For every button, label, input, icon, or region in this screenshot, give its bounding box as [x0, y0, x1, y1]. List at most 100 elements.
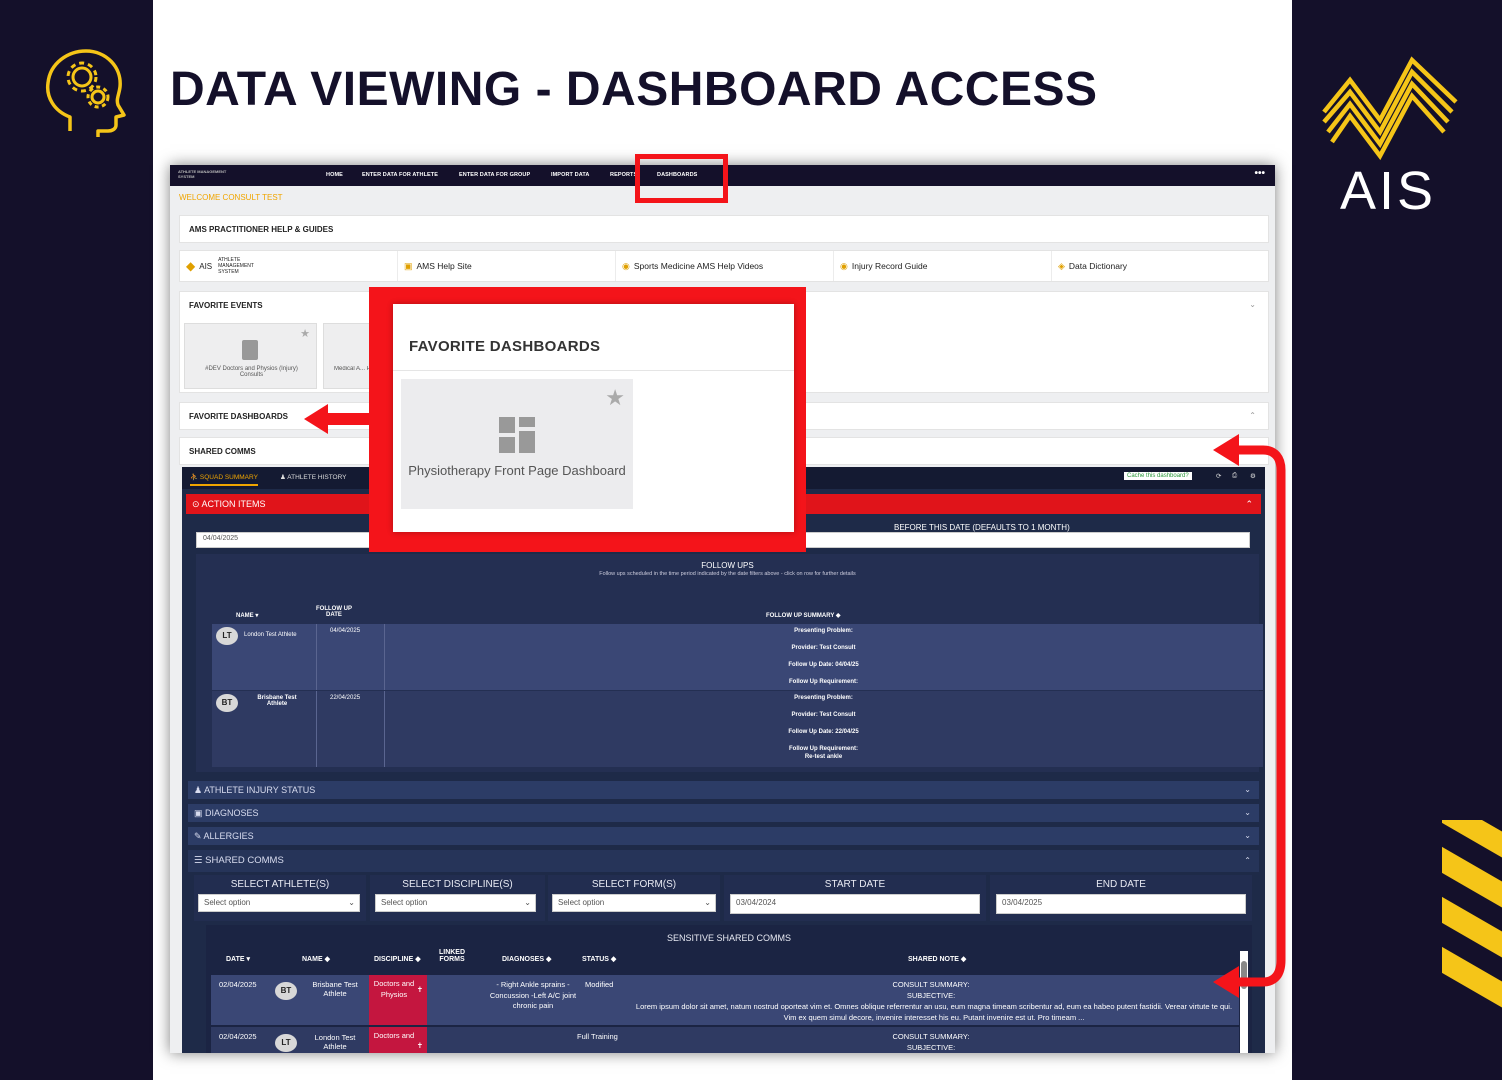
note-subheading: SUBJECTIVE: [906, 1043, 956, 1052]
summary-line: Follow Up Date: 22/04/25 [788, 729, 859, 735]
document-icon [242, 340, 258, 360]
col-name[interactable]: NAME ▾ [236, 612, 258, 619]
help-logo: ◆ AIS ATHLETE MANAGEMENT SYSTEM [180, 251, 398, 281]
rss-icon: ☰ [194, 855, 206, 866]
tab-label: SQUAD SUMMARY [199, 474, 258, 481]
favorite-dashboards-popup: FAVORITE DASHBOARDS ★ Physiotherapy Fron… [369, 287, 806, 552]
col-label: NAME [302, 956, 323, 963]
section-shared-comms[interactable]: ☰ SHARED COMMS ⌃ [188, 850, 1259, 872]
section-diagnoses[interactable]: ▣ DIAGNOSES ⌄ [188, 804, 1259, 822]
tab-label: ATHLETE HISTORY [287, 474, 347, 481]
loop-arrow-icon [1213, 434, 1286, 998]
section-athlete-injury-status[interactable]: ♟ ATHLETE INJURY STATUS ⌄ [188, 781, 1259, 799]
row-name: London Test Athlete [314, 1033, 356, 1051]
section-label: DIAGNOSES [205, 808, 259, 818]
summary-line: Provider: Test Consult [791, 645, 856, 651]
form-select[interactable]: Select option ⌄ [552, 894, 716, 912]
nav-reports[interactable]: REPORTS [610, 172, 637, 178]
ams-logo-icon: ◆ [186, 259, 196, 273]
athlete-select[interactable]: Select option ⌄ [198, 894, 360, 912]
nav-enter-data-athlete[interactable]: ENTER DATA FOR ATHLETE [362, 172, 438, 178]
section-allergies[interactable]: ✎ ALLERGIES ⌄ [188, 827, 1259, 845]
dashboards-highlight [635, 154, 728, 203]
dashboard-tile-label: Physiotherapy Front Page Dashboard [408, 463, 626, 478]
col-followup-summary[interactable]: FOLLOW UP SUMMARY ◆ [766, 612, 841, 619]
col-discipline[interactable]: DISCIPLINE ◆ [374, 955, 421, 963]
favorite-event-label: #DEV Doctors and Physios (Injury) Consul… [205, 366, 298, 378]
filter-forms: SELECT FORM(S) Select option ⌄ [548, 875, 720, 921]
summary-line: Provider: Test Consult [791, 712, 856, 718]
help-link-site[interactable]: ▣ AMS Help Site [398, 251, 616, 281]
col-name[interactable]: NAME ◆ [302, 955, 330, 963]
discipline-badge: Doctors and ✝ [369, 1027, 427, 1053]
cache-dashboard-button[interactable]: Cache this dashboard? [1124, 472, 1192, 480]
chevron-up-icon[interactable]: ⌃ [1249, 411, 1256, 420]
filter-athletes: SELECT ATHLETE(S) Select option ⌄ [194, 875, 366, 921]
star-icon[interactable]: ★ [605, 385, 625, 411]
help-link-dictionary[interactable]: ◈ Data Dictionary [1052, 251, 1270, 281]
col-label: FOLLOW UP SUMMARY [766, 613, 835, 619]
filter-start-date: START DATE 03/04/2024 [724, 875, 986, 921]
shared-note: Lorem ipsum dolor sit amet, natum nostru… [635, 1002, 1233, 1022]
col-label: DIAGNOSES [502, 956, 545, 963]
favorite-event-tile[interactable]: ★ #DEV Doctors and Physios (Injury) Cons… [184, 323, 317, 389]
left-side-panel [0, 0, 153, 1080]
chevron-down-icon: ⌄ [524, 898, 531, 907]
ais-logo-icon [1322, 56, 1458, 161]
app-logo[interactable]: ATHLETE MANAGEMENT SYSTEM [178, 169, 228, 183]
pen-icon: ✎ [194, 831, 204, 841]
table-row[interactable]: BT Brisbane Test Athlete 22/04/2025 Pres… [212, 691, 1263, 767]
col-label: FOLLOW UP DATE [316, 606, 352, 618]
more-menu-icon[interactable]: ••• [1254, 168, 1265, 179]
help-logo-brand: AIS [199, 261, 213, 271]
filter-disciplines: SELECT DISCIPLINE(S) Select option ⌄ [370, 875, 545, 921]
chevron-down-icon[interactable]: ⌄ [1249, 300, 1256, 309]
help-link-label: Injury Record Guide [851, 261, 928, 271]
row-date: 22/04/2025 [330, 695, 361, 701]
col-linked-forms[interactable]: LINKED FORMS [436, 949, 468, 963]
discipline-select[interactable]: Select option ⌄ [375, 894, 536, 912]
filter-label: SELECT ATHLETE(S) [230, 879, 330, 890]
divider [393, 370, 794, 371]
dashboard-tile[interactable]: ★ Physiotherapy Front Page Dashboard [401, 379, 633, 509]
row-date: 02/04/2025 [219, 1032, 257, 1041]
avatar: BT [216, 694, 238, 712]
avatar: LT [275, 1034, 297, 1052]
table-row[interactable]: LT London Test Athlete 04/04/2025 Presen… [212, 624, 1263, 690]
athlete-icon: ♟ [194, 785, 205, 795]
row-date: 02/04/2025 [219, 980, 257, 989]
favorite-events-title: FAVORITE EVENTS [189, 301, 263, 310]
tab-athlete-history[interactable]: ♟ ATHLETE HISTORY [280, 473, 347, 481]
summary-line: Follow Up Requirement: [789, 679, 858, 685]
table-row[interactable]: 02/04/2025 BT Brisbane Test Athlete Doct… [211, 975, 1239, 1025]
filter-label: SELECT DISCIPLINE(S) [402, 879, 513, 890]
row-name: Brisbane Test Athlete [257, 695, 297, 707]
table-row[interactable]: 02/04/2025 LT London Test Athlete Doctor… [211, 1027, 1239, 1053]
action-items-label: ACTION ITEMS [201, 499, 266, 509]
start-date-input[interactable]: 03/04/2024 [730, 894, 980, 914]
help-link-label: Sports Medicine AMS Help Videos [633, 261, 764, 271]
nav-home[interactable]: HOME [326, 172, 343, 178]
help-link-videos[interactable]: ◉ Sports Medicine AMS Help Videos [616, 251, 834, 281]
alert-icon: ⊙ [192, 499, 202, 509]
section-label: ALLERGIES [203, 831, 254, 841]
follow-ups-title: FOLLOW UPS [701, 561, 754, 570]
col-diagnoses[interactable]: DIAGNOSES ◆ [502, 955, 551, 963]
nav-import-data[interactable]: IMPORT DATA [551, 172, 589, 178]
filter-label: SELECT FORM(S) [591, 879, 677, 890]
star-icon[interactable]: ★ [300, 327, 310, 340]
welcome-text: WELCOME CONSULT TEST [179, 193, 283, 202]
nav-enter-data-group[interactable]: ENTER DATA FOR GROUP [459, 172, 530, 178]
tag-icon: ◈ [1058, 260, 1065, 271]
col-followup-date[interactable]: FOLLOW UP DATE [314, 606, 354, 618]
help-link-injury-guide[interactable]: ◉ Injury Record Guide [834, 251, 1052, 281]
col-shared-note[interactable]: SHARED NOTE ◆ [908, 955, 966, 963]
col-date[interactable]: DATE ▾ [226, 955, 250, 963]
tab-squad-summary[interactable]: ⛹ SQUAD SUMMARY [190, 473, 258, 486]
arrow-left-icon [304, 404, 374, 434]
shared-comms-title: SHARED COMMS [189, 447, 256, 456]
col-label: STATUS [582, 956, 609, 963]
row-name: London Test Athlete [244, 632, 297, 638]
col-status[interactable]: STATUS ◆ [582, 955, 616, 963]
plus-icon: ✝ [416, 985, 423, 994]
